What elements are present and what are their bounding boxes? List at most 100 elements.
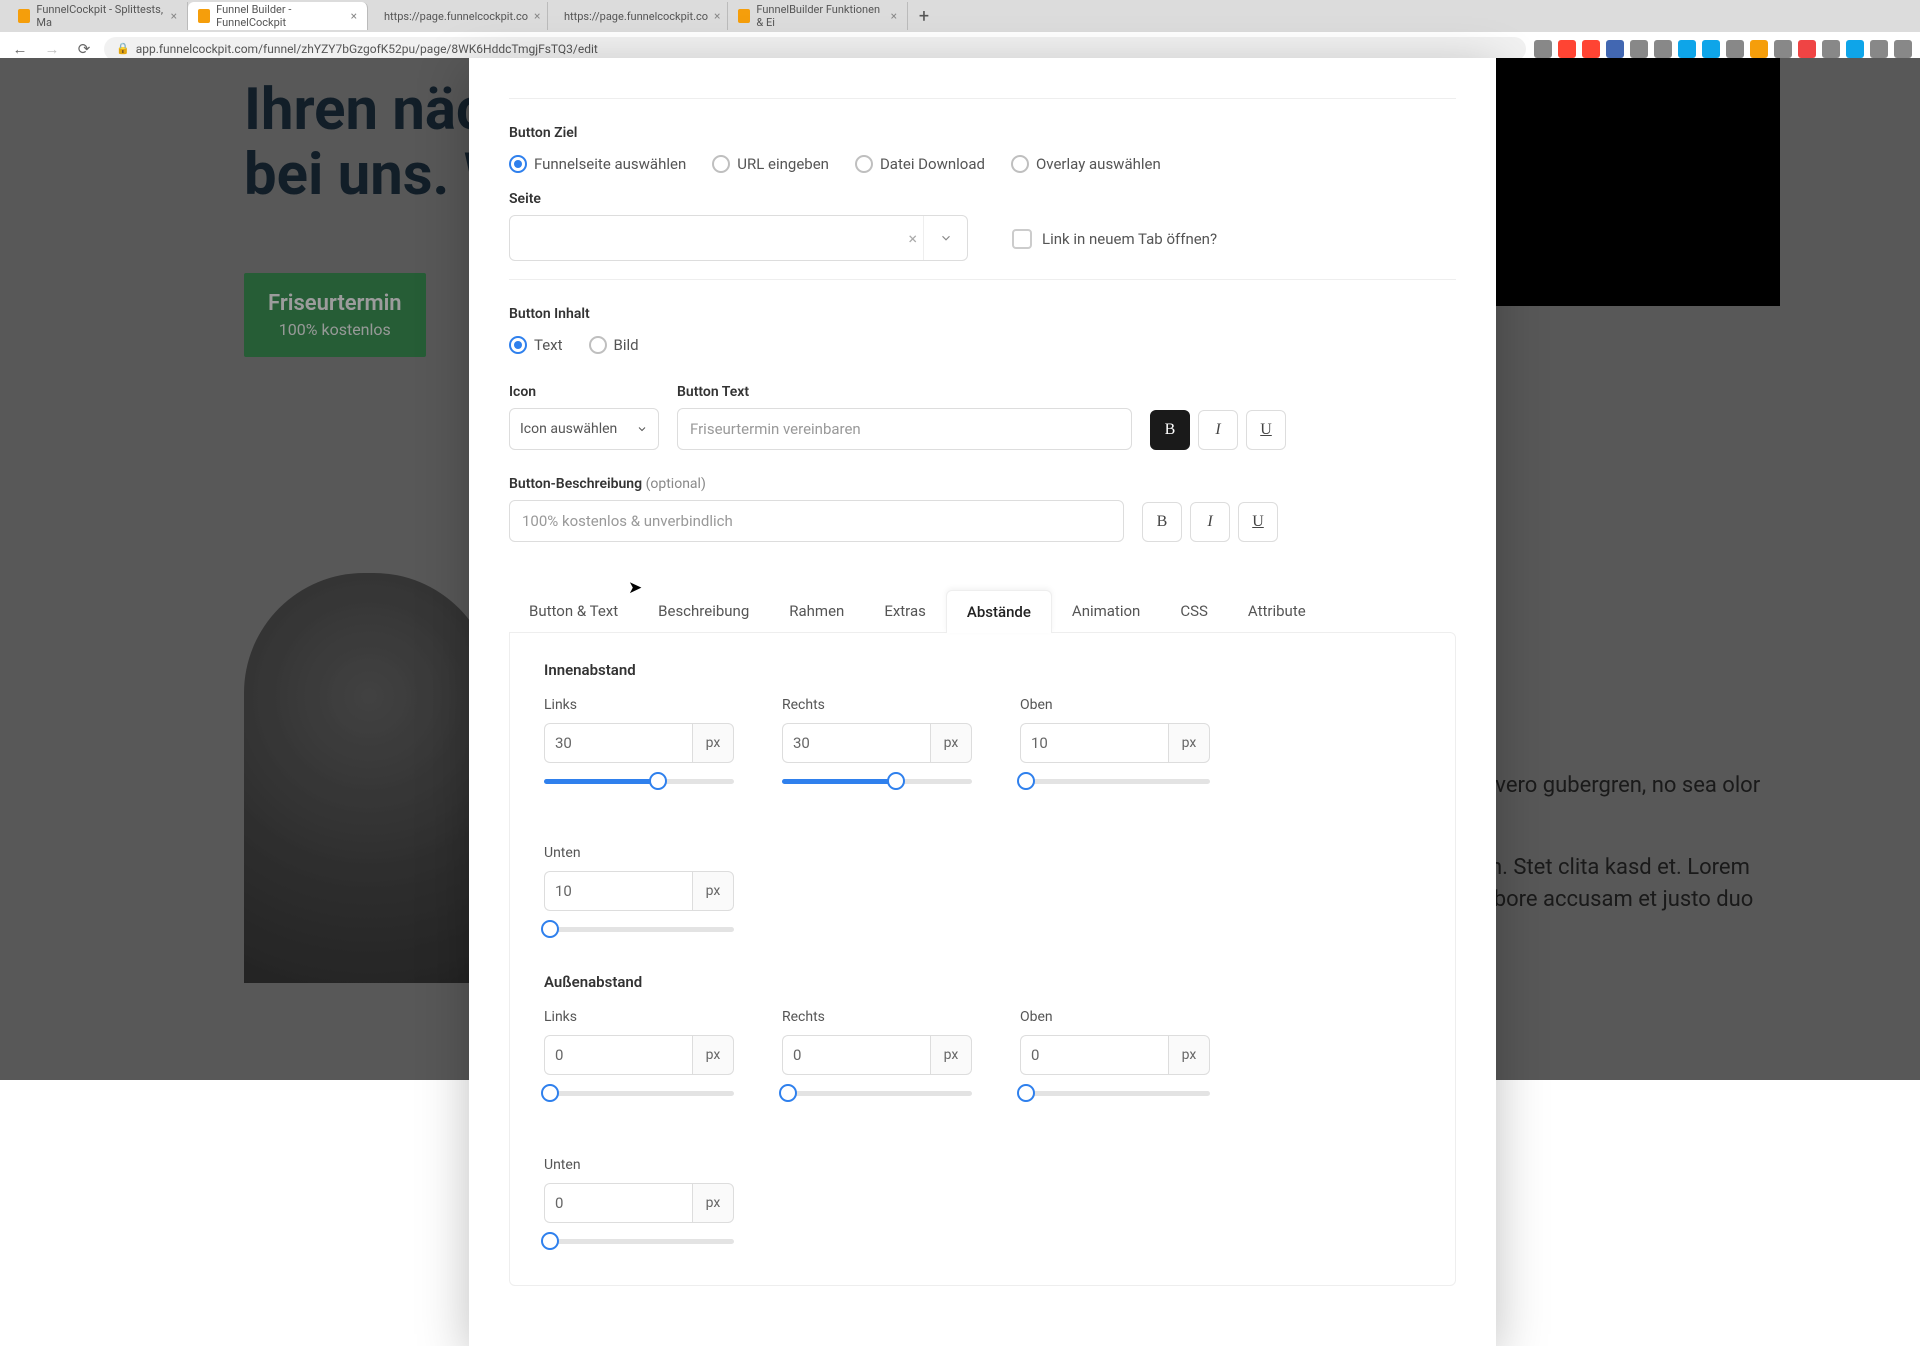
tab-attribute[interactable]: Attribute	[1228, 590, 1326, 633]
unit-select[interactable]: px	[692, 1035, 734, 1075]
radio-url[interactable]: URL eingeben	[712, 155, 829, 173]
underline-button[interactable]: U	[1238, 502, 1278, 542]
padding-top-input[interactable]: 10	[1020, 723, 1168, 763]
extension-icon[interactable]	[1894, 40, 1912, 58]
padding-top-slider[interactable]	[1020, 767, 1210, 797]
unit-select[interactable]: px	[692, 723, 734, 763]
seite-select[interactable]: ×	[509, 215, 968, 261]
unit-select[interactable]: px	[930, 1035, 972, 1075]
radio-text[interactable]: Text	[509, 336, 563, 354]
extension-icon[interactable]	[1630, 40, 1648, 58]
browser-chrome: FunnelCockpit - Splittests, Ma× Funnel B…	[0, 0, 1920, 67]
back-button[interactable]: ←	[8, 37, 32, 61]
tab-extras[interactable]: Extras	[864, 590, 946, 633]
unit-select[interactable]: px	[1168, 1035, 1210, 1075]
close-icon[interactable]: ×	[891, 9, 897, 23]
extension-icon[interactable]	[1606, 40, 1624, 58]
margin-bottom-slider[interactable]	[544, 1227, 734, 1257]
close-icon[interactable]: ×	[534, 9, 540, 23]
tab-strip: FunnelCockpit - Splittests, Ma× Funnel B…	[0, 0, 1920, 32]
margin-top-slider[interactable]	[1020, 1079, 1210, 1109]
radio-icon	[509, 155, 527, 173]
extension-icon[interactable]	[1774, 40, 1792, 58]
unit-select[interactable]: px	[692, 1183, 734, 1223]
button-ziel-radios: Funnelseite auswählen URL eingeben Datei…	[509, 155, 1456, 173]
extension-icon[interactable]	[1678, 40, 1696, 58]
radio-overlay[interactable]: Overlay auswählen	[1011, 155, 1161, 173]
margin-right-input[interactable]: 0	[782, 1035, 930, 1075]
padding-right-slider[interactable]	[782, 767, 972, 797]
close-icon[interactable]: ×	[714, 9, 720, 23]
extension-icon[interactable]	[1822, 40, 1840, 58]
extension-icon[interactable]	[1558, 40, 1576, 58]
tab-abst-nde[interactable]: Abstände	[946, 590, 1052, 633]
checkbox-label: Link in neuem Tab öffnen?	[1042, 230, 1217, 248]
bold-button[interactable]: B	[1150, 410, 1190, 450]
extension-icon[interactable]	[1846, 40, 1864, 58]
margin-left-input[interactable]: 0	[544, 1035, 692, 1075]
extension-icon[interactable]	[1702, 40, 1720, 58]
margin-bottom-input[interactable]: 0	[544, 1183, 692, 1223]
tab-3[interactable]: https://page.funnelcockpit.co×	[548, 2, 728, 30]
unit-select[interactable]: px	[930, 723, 972, 763]
close-icon[interactable]: ×	[171, 9, 177, 23]
url-text: app.funnelcockpit.com/funnel/zhYZY7bGzgo…	[136, 42, 598, 56]
tab-0[interactable]: FunnelCockpit - Splittests, Ma×	[8, 2, 188, 30]
chevron-down-icon	[636, 423, 648, 435]
padding-left-input[interactable]: 30	[544, 723, 692, 763]
italic-button[interactable]: I	[1190, 502, 1230, 542]
input-value: 100% kostenlos & unverbindlich	[522, 512, 733, 530]
tab-1[interactable]: Funnel Builder - FunnelCockpit ×	[188, 2, 368, 30]
bold-button[interactable]: B	[1142, 502, 1182, 542]
tab-rahmen[interactable]: Rahmen	[769, 590, 864, 633]
button-description-input[interactable]: 100% kostenlos & unverbindlich	[509, 500, 1124, 542]
margin-right-slider[interactable]	[782, 1079, 972, 1109]
forward-button[interactable]: →	[40, 37, 64, 61]
divider	[509, 98, 1456, 99]
radio-icon	[712, 155, 730, 173]
tab-beschreibung[interactable]: Beschreibung	[638, 590, 769, 633]
tab-label: Funnel Builder - FunnelCockpit	[216, 3, 344, 29]
sp-label: Rechts	[782, 697, 972, 713]
margin-top-input[interactable]: 0	[1020, 1035, 1168, 1075]
chevron-down-icon[interactable]	[923, 216, 967, 260]
tab-css[interactable]: CSS	[1160, 590, 1228, 633]
extension-icon[interactable]	[1750, 40, 1768, 58]
section-title-button-ziel: Button Ziel	[509, 125, 1456, 141]
new-tab-checkbox[interactable]	[1012, 229, 1032, 249]
radio-download[interactable]: Datei Download	[855, 155, 985, 173]
tab-2[interactable]: https://page.funnelcockpit.co×	[368, 2, 548, 30]
underline-button[interactable]: U	[1246, 410, 1286, 450]
margin-left-slider[interactable]	[544, 1079, 734, 1109]
italic-button[interactable]: I	[1198, 410, 1238, 450]
unit-select[interactable]: px	[1168, 723, 1210, 763]
extension-icon[interactable]	[1654, 40, 1672, 58]
extension-icon[interactable]	[1534, 40, 1552, 58]
padding-right-input[interactable]: 30	[782, 723, 930, 763]
url-bar[interactable]: 🔒 app.funnelcockpit.com/funnel/zhYZY7bGzg…	[104, 37, 1526, 61]
icon-select[interactable]: Icon auswählen	[509, 408, 659, 450]
button-text-input[interactable]: Friseurtermin vereinbaren	[677, 408, 1132, 450]
extension-icon[interactable]	[1798, 40, 1816, 58]
tab-4[interactable]: FunnelBuilder Funktionen & Ei×	[728, 2, 908, 30]
format-group-text: B I U	[1150, 410, 1286, 450]
padding-bottom-input[interactable]: 10	[544, 871, 692, 911]
sp-label: Rechts	[782, 1009, 972, 1025]
lock-icon: 🔒	[116, 42, 130, 55]
padding-left-slider[interactable]	[544, 767, 734, 797]
unit-select[interactable]: px	[692, 871, 734, 911]
extension-icon[interactable]	[1582, 40, 1600, 58]
canvas: Ihren näch bei uns. W Friseurtermin 100%…	[0, 58, 1920, 1080]
clear-icon[interactable]: ×	[908, 229, 917, 248]
radio-label: Datei Download	[880, 155, 985, 173]
radio-funnelseite[interactable]: Funnelseite auswählen	[509, 155, 686, 173]
reload-button[interactable]: ⟳	[72, 37, 96, 61]
close-icon[interactable]: ×	[351, 9, 357, 23]
tab-animation[interactable]: Animation	[1052, 590, 1160, 633]
new-tab-button[interactable]: +	[912, 4, 936, 28]
extension-icon[interactable]	[1726, 40, 1744, 58]
tab-button-text[interactable]: Button & Text	[509, 590, 638, 633]
padding-bottom-slider[interactable]	[544, 915, 734, 945]
radio-bild[interactable]: Bild	[589, 336, 639, 354]
extension-icon[interactable]	[1870, 40, 1888, 58]
